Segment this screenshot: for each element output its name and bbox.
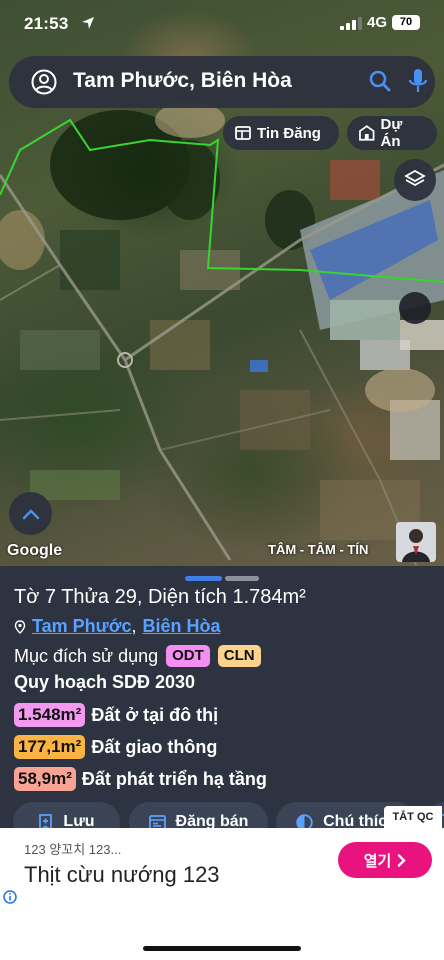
land-use-area: 58,9m² xyxy=(14,767,76,791)
land-purpose-row: Mục đích sử dụng ODT CLN xyxy=(14,645,269,667)
sheet-handle[interactable] xyxy=(185,576,222,581)
project-chip[interactable]: Dự Án xyxy=(347,116,437,150)
purpose-label: Mục đích sử dụng xyxy=(14,645,159,666)
ad-subtitle: 123 양꼬치 123... xyxy=(24,842,122,857)
search-query[interactable]: Tam Phước, Biên Hòa xyxy=(73,69,292,93)
person-photo-icon xyxy=(396,522,436,562)
location-pin-icon xyxy=(14,619,26,634)
city-link[interactable]: Biên Hòa xyxy=(143,616,221,637)
google-attribution: Google xyxy=(7,542,63,559)
map-watermark: TÂM - TÂM - TÍN xyxy=(268,542,369,557)
project-chip-label: Dự Án xyxy=(380,116,403,150)
parcel-title: Tờ 7 Thửa 29, Diện tích 1.784m² xyxy=(14,586,306,608)
sheet-handle-secondary[interactable] xyxy=(225,576,259,581)
home-indicator-area xyxy=(0,932,444,960)
plan-title: Quy hoạch SDĐ 2030 xyxy=(14,672,196,692)
ad-banner[interactable]: 123 양꼬치 123... Thịt cừu nướng 123 열기 xyxy=(0,828,444,932)
search-icon[interactable] xyxy=(368,69,392,93)
news-chip[interactable]: Tin Đăng xyxy=(223,116,339,150)
address-separator: , xyxy=(131,616,137,636)
close-ad-button[interactable]: TẮT QC xyxy=(384,806,442,828)
parcel-info-sheet[interactable]: Tờ 7 Thửa 29, Diện tích 1.784m² Tam Phướ… xyxy=(0,566,444,854)
network-type: 4G xyxy=(367,14,388,31)
location-arrow-icon xyxy=(82,17,94,29)
chevron-up-icon xyxy=(22,508,39,519)
map-control-button[interactable] xyxy=(399,292,431,324)
purpose-tag-cln: CLN xyxy=(217,645,261,667)
ad-title[interactable]: Thịt cừu nướng 123 xyxy=(24,862,220,888)
ad-cta-label: 열기 xyxy=(363,852,392,870)
status-bar: 21:53 4G 70 xyxy=(0,0,444,46)
mic-icon[interactable] xyxy=(408,68,428,95)
status-time: 21:53 xyxy=(24,14,69,33)
expand-up-button[interactable] xyxy=(9,492,52,535)
land-use-row: 177,1m² Đất giao thông xyxy=(14,735,217,759)
land-use-area: 1.548m² xyxy=(14,703,86,727)
purpose-tag-odt: ODT xyxy=(166,645,210,667)
listing-icon xyxy=(235,126,251,140)
account-icon[interactable] xyxy=(31,69,57,95)
battery-indicator: 70 xyxy=(392,15,420,30)
land-use-row: 1.548m² Đất ở tại đô thị xyxy=(14,703,218,727)
chevron-right-icon xyxy=(398,853,406,867)
search-bar[interactable]: Tam Phước, Biên Hòa xyxy=(9,56,435,108)
ad-info-icon[interactable] xyxy=(3,890,17,904)
parcel-address: Tam Phước, Biên Hòa xyxy=(14,616,221,637)
news-chip-label: Tin Đăng xyxy=(257,124,321,142)
land-use-desc: Đất phát triển hạ tầng xyxy=(81,768,267,789)
land-use-row: 58,9m² Đất phát triển hạ tầng xyxy=(14,767,267,791)
land-use-area: 177,1m² xyxy=(14,735,86,759)
land-use-desc: Đất ở tại đô thị xyxy=(91,704,219,725)
layers-icon xyxy=(404,169,426,187)
ad-open-button[interactable]: 열기 xyxy=(338,842,432,878)
signal-icon xyxy=(340,17,362,30)
home-indicator[interactable] xyxy=(143,946,301,951)
ward-link[interactable]: Tam Phước xyxy=(32,616,132,637)
layers-button[interactable] xyxy=(394,159,436,201)
building-icon xyxy=(359,125,375,141)
land-use-desc: Đất giao thông xyxy=(91,736,218,757)
watermark-avatar xyxy=(396,522,436,562)
